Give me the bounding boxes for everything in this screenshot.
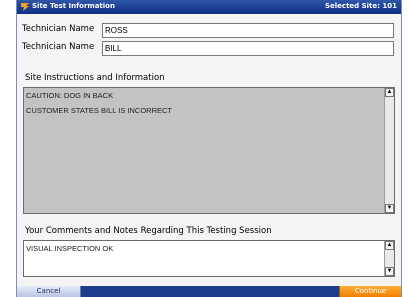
instruction-line: CUSTOMER STATES BILL IS INCORRECT bbox=[26, 106, 172, 115]
scroll-up-arrow-icon[interactable]: ▲ bbox=[385, 241, 394, 250]
technician-row-2: Technician Name BILL bbox=[17, 38, 401, 58]
selected-site-label: Selected Site: 101 bbox=[324, 2, 397, 10]
technician-name-field-1[interactable]: ROSS bbox=[102, 23, 394, 38]
instructions-scrollbar[interactable]: ▲ ▼ bbox=[384, 88, 394, 213]
technician-name-label: Technician Name bbox=[22, 42, 95, 52]
instruction-line: CAUTION: DOG IN BACK bbox=[26, 91, 114, 100]
bottom-bar: Cancel Continue bbox=[17, 286, 401, 297]
technician-name-field-2[interactable]: BILL bbox=[102, 41, 394, 56]
window-title: Site Test Information bbox=[32, 2, 115, 10]
site-instructions-label: Site Instructions and Information bbox=[25, 73, 165, 83]
site-instructions-box[interactable]: CAUTION: DOG IN BACK CUSTOMER STATES BIL… bbox=[23, 87, 395, 214]
scroll-up-arrow-icon[interactable]: ▲ bbox=[385, 88, 394, 97]
scroll-down-arrow-icon[interactable]: ▼ bbox=[385, 204, 394, 213]
site-test-window: Site Test Information Selected Site: 101… bbox=[16, 0, 402, 297]
comments-scrollbar[interactable]: ▲ ▼ bbox=[384, 241, 394, 276]
continue-button[interactable]: Continue bbox=[339, 286, 401, 297]
comments-textarea[interactable]: VISUAL INSPECTION OK ▲ ▼ bbox=[23, 240, 395, 277]
comments-label: Your Comments and Notes Regarding This T… bbox=[25, 226, 272, 236]
site-instructions-content: CAUTION: DOG IN BACK CUSTOMER STATES BIL… bbox=[26, 91, 382, 121]
technician-row-1: Technician Name ROSS bbox=[17, 20, 401, 40]
comments-content: VISUAL INSPECTION OK bbox=[26, 244, 114, 253]
title-bar: Site Test Information Selected Site: 101 bbox=[17, 0, 401, 14]
cancel-button[interactable]: Cancel bbox=[17, 286, 81, 297]
app-logo-icon bbox=[21, 3, 29, 11]
technician-name-label: Technician Name bbox=[22, 24, 95, 34]
scroll-down-arrow-icon[interactable]: ▼ bbox=[385, 267, 394, 276]
